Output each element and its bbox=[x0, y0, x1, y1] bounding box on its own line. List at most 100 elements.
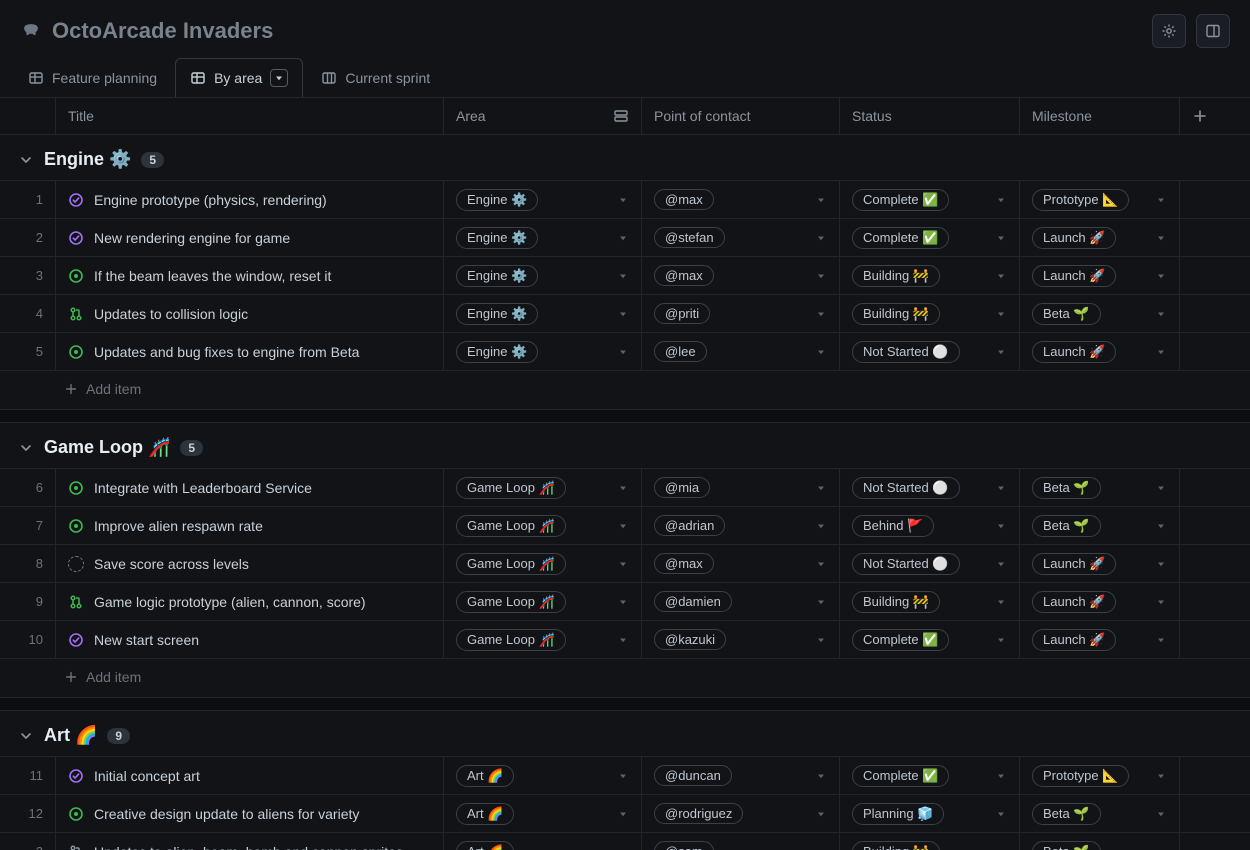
milestone-cell[interactable]: Launch 🚀 bbox=[1020, 257, 1180, 294]
settings-button[interactable] bbox=[1152, 14, 1186, 48]
status-cell[interactable]: Not Started ⚪ bbox=[840, 333, 1020, 370]
add-item-button[interactable]: Add item bbox=[0, 658, 1250, 697]
poc-cell[interactable]: @max bbox=[642, 181, 840, 218]
area-cell[interactable]: Game Loop 🎢 bbox=[444, 469, 642, 506]
add-column-button[interactable] bbox=[1180, 98, 1220, 134]
poc-cell[interactable]: @mia bbox=[642, 469, 840, 506]
table-row[interactable]: 6Integrate with Leaderboard ServiceGame … bbox=[0, 468, 1250, 506]
poc-cell[interactable]: @priti bbox=[642, 295, 840, 332]
poc-cell[interactable]: @duncan bbox=[642, 757, 840, 794]
row-title: New start screen bbox=[94, 632, 199, 648]
table-row[interactable]: 9Game logic prototype (alien, cannon, sc… bbox=[0, 582, 1250, 620]
status-cell[interactable]: Complete ✅ bbox=[840, 757, 1020, 794]
group-count-badge: 5 bbox=[141, 152, 164, 168]
milestone-cell[interactable]: Beta 🌱 bbox=[1020, 833, 1180, 850]
table-row[interactable]: 3If the beam leaves the window, reset it… bbox=[0, 256, 1250, 294]
area-cell[interactable]: Art 🌈 bbox=[444, 757, 642, 794]
milestone-cell[interactable]: Beta 🌱 bbox=[1020, 295, 1180, 332]
status-cell[interactable]: Complete ✅ bbox=[840, 219, 1020, 256]
tab-by-area[interactable]: By area bbox=[175, 58, 303, 97]
title-cell[interactable]: Updates to alien, beam, bomb and cannon … bbox=[56, 833, 444, 850]
status-cell[interactable]: Not Started ⚪ bbox=[840, 545, 1020, 582]
status-cell[interactable]: Complete ✅ bbox=[840, 181, 1020, 218]
area-cell[interactable]: Engine ⚙️ bbox=[444, 219, 642, 256]
poc-cell[interactable]: @damien bbox=[642, 583, 840, 620]
poc-cell[interactable]: @max bbox=[642, 545, 840, 582]
title-cell[interactable]: Improve alien respawn rate bbox=[56, 507, 444, 544]
table-row[interactable]: 1Engine prototype (physics, rendering)En… bbox=[0, 180, 1250, 218]
table-row[interactable]: 2New rendering engine for gameEngine ⚙️@… bbox=[0, 218, 1250, 256]
table-row[interactable]: 8Save score across levelsGame Loop 🎢@max… bbox=[0, 544, 1250, 582]
table-row[interactable]: 11Initial concept artArt 🌈@duncanComplet… bbox=[0, 756, 1250, 794]
title-cell[interactable]: New start screen bbox=[56, 621, 444, 658]
add-item-button[interactable]: Add item bbox=[0, 370, 1250, 409]
group-name: Art 🌈 bbox=[44, 725, 97, 746]
title-cell[interactable]: Game logic prototype (alien, cannon, sco… bbox=[56, 583, 444, 620]
title-cell[interactable]: New rendering engine for game bbox=[56, 219, 444, 256]
group-collapse-toggle[interactable] bbox=[18, 440, 34, 456]
tab-feature-planning[interactable]: Feature planning bbox=[14, 60, 171, 96]
milestone-cell[interactable]: Beta 🌱 bbox=[1020, 469, 1180, 506]
col-poc[interactable]: Point of contact bbox=[642, 98, 840, 134]
status-cell[interactable]: Behind 🚩 bbox=[840, 507, 1020, 544]
milestone-cell[interactable]: Launch 🚀 bbox=[1020, 219, 1180, 256]
title-cell[interactable]: Updates to collision logic bbox=[56, 295, 444, 332]
status-cell[interactable]: Building 🚧 bbox=[840, 295, 1020, 332]
status-cell[interactable]: Building 🚧 bbox=[840, 833, 1020, 850]
area-cell[interactable]: Game Loop 🎢 bbox=[444, 507, 642, 544]
milestone-cell[interactable]: Launch 🚀 bbox=[1020, 333, 1180, 370]
table-row[interactable]: 5Updates and bug fixes to engine from Be… bbox=[0, 332, 1250, 370]
milestone-cell[interactable]: Prototype 📐 bbox=[1020, 757, 1180, 794]
tab-menu-button[interactable] bbox=[270, 69, 288, 87]
poc-cell[interactable]: @max bbox=[642, 257, 840, 294]
table-row[interactable]: 2Updates to alien, beam, bomb and cannon… bbox=[0, 832, 1250, 850]
area-cell[interactable]: Game Loop 🎢 bbox=[444, 545, 642, 582]
project-icon bbox=[20, 20, 42, 42]
milestone-cell[interactable]: Prototype 📐 bbox=[1020, 181, 1180, 218]
col-title[interactable]: Title bbox=[56, 98, 444, 134]
area-cell[interactable]: Engine ⚙️ bbox=[444, 333, 642, 370]
status-cell[interactable]: Building 🚧 bbox=[840, 257, 1020, 294]
title-cell[interactable]: Engine prototype (physics, rendering) bbox=[56, 181, 444, 218]
milestone-cell[interactable]: Launch 🚀 bbox=[1020, 621, 1180, 658]
tab-current-sprint[interactable]: Current sprint bbox=[307, 60, 444, 96]
milestone-cell[interactable]: Beta 🌱 bbox=[1020, 507, 1180, 544]
title-cell[interactable]: Updates and bug fixes to engine from Bet… bbox=[56, 333, 444, 370]
area-cell[interactable]: Engine ⚙️ bbox=[444, 295, 642, 332]
col-status[interactable]: Status bbox=[840, 98, 1020, 134]
table-row[interactable]: 4Updates to collision logicEngine ⚙️@pri… bbox=[0, 294, 1250, 332]
panel-toggle-button[interactable] bbox=[1196, 14, 1230, 48]
title-cell[interactable]: Creative design update to aliens for var… bbox=[56, 795, 444, 832]
table-row[interactable]: 7Improve alien respawn rateGame Loop 🎢@a… bbox=[0, 506, 1250, 544]
milestone-cell[interactable]: Launch 🚀 bbox=[1020, 583, 1180, 620]
title-cell[interactable]: If the beam leaves the window, reset it bbox=[56, 257, 444, 294]
status-cell[interactable]: Planning 🧊 bbox=[840, 795, 1020, 832]
status-cell[interactable]: Complete ✅ bbox=[840, 621, 1020, 658]
status-cell[interactable]: Not Started ⚪ bbox=[840, 469, 1020, 506]
status-cell[interactable]: Building 🚧 bbox=[840, 583, 1020, 620]
area-cell[interactable]: Game Loop 🎢 bbox=[444, 583, 642, 620]
area-pill: Engine ⚙️ bbox=[456, 189, 538, 211]
area-cell[interactable]: Engine ⚙️ bbox=[444, 181, 642, 218]
area-cell[interactable]: Art 🌈 bbox=[444, 795, 642, 832]
table-row[interactable]: 10New start screenGame Loop 🎢@kazukiComp… bbox=[0, 620, 1250, 658]
poc-cell[interactable]: @kazuki bbox=[642, 621, 840, 658]
area-cell[interactable]: Engine ⚙️ bbox=[444, 257, 642, 294]
title-cell[interactable]: Initial concept art bbox=[56, 757, 444, 794]
title-cell[interactable]: Save score across levels bbox=[56, 545, 444, 582]
group-collapse-toggle[interactable] bbox=[18, 728, 34, 744]
poc-cell[interactable]: @rodriguez bbox=[642, 795, 840, 832]
area-cell[interactable]: Art 🌈 bbox=[444, 833, 642, 850]
area-cell[interactable]: Game Loop 🎢 bbox=[444, 621, 642, 658]
table-row[interactable]: 12Creative design update to aliens for v… bbox=[0, 794, 1250, 832]
poc-cell[interactable]: @sam bbox=[642, 833, 840, 850]
milestone-cell[interactable]: Beta 🌱 bbox=[1020, 795, 1180, 832]
milestone-cell[interactable]: Launch 🚀 bbox=[1020, 545, 1180, 582]
group-collapse-toggle[interactable] bbox=[18, 152, 34, 168]
poc-cell[interactable]: @lee bbox=[642, 333, 840, 370]
title-cell[interactable]: Integrate with Leaderboard Service bbox=[56, 469, 444, 506]
col-area[interactable]: Area bbox=[444, 98, 642, 134]
poc-cell[interactable]: @adrian bbox=[642, 507, 840, 544]
poc-cell[interactable]: @stefan bbox=[642, 219, 840, 256]
col-milestone[interactable]: Milestone bbox=[1020, 98, 1180, 134]
